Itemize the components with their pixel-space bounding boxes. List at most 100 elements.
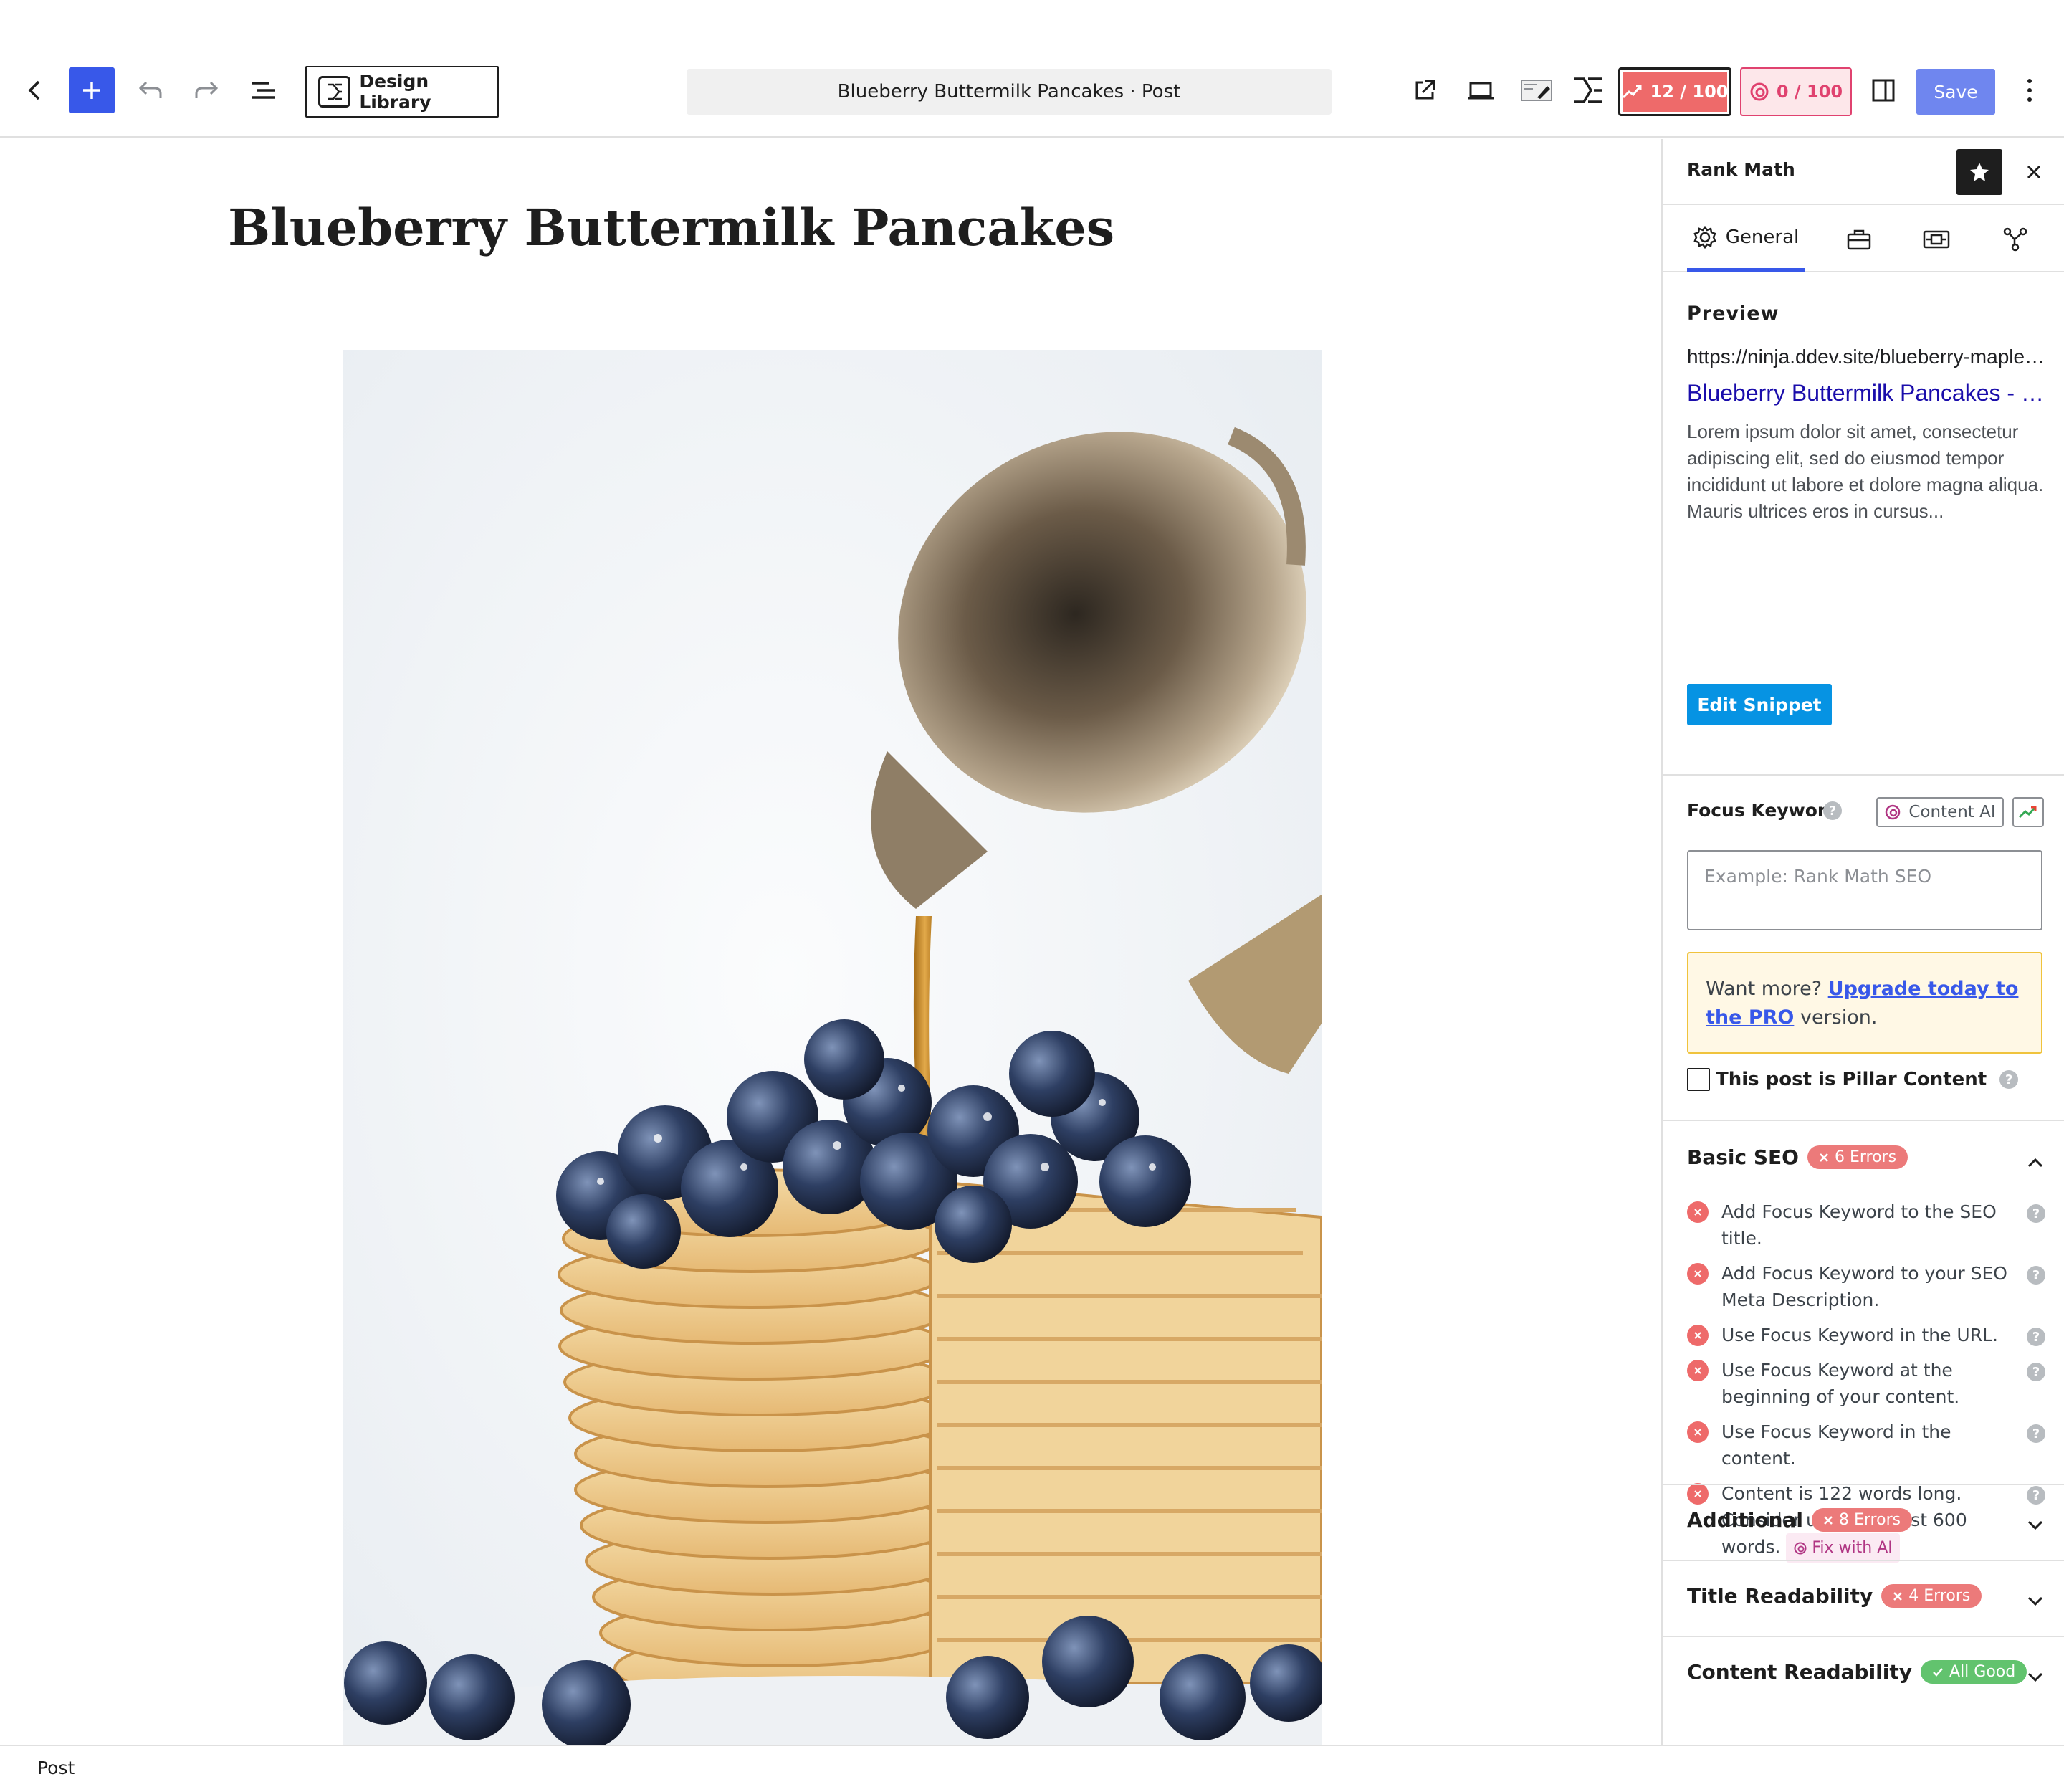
content-ai-button[interactable]: Content AI: [1876, 797, 2004, 827]
status-badge: All Good: [1921, 1660, 2027, 1684]
desktop-icon: [1468, 82, 1494, 100]
focus-keyword-label: Focus Keyword: [1687, 800, 1840, 821]
pillar-content-label[interactable]: This post is Pillar Content: [1716, 1069, 1987, 1090]
rank-math-tabs: General: [1663, 206, 2064, 272]
check-text: Use Focus Keyword at the beginning of yo…: [1721, 1360, 1960, 1407]
pin-sidebar-button[interactable]: [1956, 149, 2002, 195]
chevron-up-icon: [2027, 1158, 2043, 1168]
check-text: Add Focus Keyword to the SEO title.: [1721, 1201, 1997, 1249]
pillar-content-row: This post is Pillar Content ?: [1687, 1068, 2019, 1091]
help-icon[interactable]: ?: [2027, 1328, 2045, 1346]
redo-button[interactable]: [183, 67, 229, 113]
error-icon: [1687, 1360, 1709, 1381]
add-block-button[interactable]: [69, 67, 115, 113]
design-library-label: Design Library: [359, 71, 431, 113]
editor-footer: Post: [0, 1745, 2064, 1792]
focus-keyword-input[interactable]: Example: Rank Math SEO: [1687, 850, 2042, 930]
help-icon[interactable]: ?: [2027, 1266, 2045, 1285]
serp-title[interactable]: Blueberry Buttermilk Pancakes - Ninja: [1687, 380, 2048, 406]
check-text: Use Focus Keyword in the content.: [1721, 1421, 1951, 1469]
chevron-down-icon: [2027, 1672, 2043, 1682]
trends-icon: [2018, 806, 2037, 819]
basic-seo-header[interactable]: Basic SEO 6 Errors: [1687, 1145, 1908, 1169]
keyword-trends-button[interactable]: [2012, 797, 2044, 827]
upgrade-suffix: version.: [1800, 1006, 1878, 1029]
rank-math-seo-score-button[interactable]: 12 / 100: [1618, 67, 1731, 116]
basic-seo-badge: 6 Errors: [1834, 1148, 1897, 1166]
tab-advanced[interactable]: [1830, 206, 1888, 272]
share-icon: [2003, 227, 2027, 252]
basic-seo-title: Basic SEO: [1687, 1145, 1799, 1169]
check-text: Use Focus Keyword in the URL.: [1721, 1325, 1998, 1345]
list-item: Add Focus Keyword to the SEO title. ?: [1687, 1198, 2045, 1252]
tab-general[interactable]: General: [1687, 206, 1805, 272]
close-icon: [1824, 1515, 1833, 1525]
close-icon: [2027, 165, 2041, 179]
help-icon[interactable]: ?: [2000, 1070, 2019, 1089]
list-item: Add Focus Keyword to your SEO Meta Descr…: [1687, 1260, 2045, 1313]
rank-math-icon: [1622, 85, 1641, 99]
title-readability-header[interactable]: Title Readability 4 Errors: [1687, 1584, 1982, 1608]
view-post-button[interactable]: [1402, 67, 1448, 113]
more-vertical-icon: [2027, 79, 2032, 102]
list-view-icon: [252, 82, 275, 99]
snippet-preview-section: Preview https://ninja.ddev.site/blueberr…: [1663, 274, 2064, 776]
check-text: Add Focus Keyword to your SEO Meta Descr…: [1721, 1263, 2007, 1310]
sidebar-icon: [1872, 79, 1895, 102]
status-badge: 4 Errors: [1881, 1584, 1982, 1608]
content-ai-icon: [1750, 82, 1769, 101]
edit-snippet-button[interactable]: Edit Snippet: [1687, 684, 1832, 725]
undo-icon: [138, 81, 162, 98]
close-sidebar-button[interactable]: [2017, 155, 2051, 189]
help-icon[interactable]: ?: [2027, 1363, 2045, 1381]
featured-image-button[interactable]: [1514, 67, 1559, 113]
breadcrumb[interactable]: Post: [37, 1758, 75, 1778]
help-icon[interactable]: ?: [2027, 1204, 2045, 1223]
featured-image-block[interactable]: [343, 350, 1322, 1745]
content-readability-header[interactable]: Content Readability All Good: [1687, 1660, 2027, 1684]
title-readability-panel[interactable]: Title Readability 4 Errors: [1663, 1560, 2064, 1636]
check-icon: [1933, 1667, 1943, 1677]
design-library-button[interactable]: Design Library: [305, 66, 499, 118]
expand-toggle[interactable]: [2021, 1511, 2050, 1540]
additional-panel[interactable]: Additional 8 Errors: [1663, 1484, 2064, 1560]
preview-heading: Preview: [1687, 302, 1779, 325]
device-preview-button[interactable]: [1458, 67, 1504, 113]
pillar-content-checkbox[interactable]: [1687, 1068, 1710, 1091]
additional-header[interactable]: Additional 8 Errors: [1687, 1508, 1913, 1532]
save-button[interactable]: Save: [1916, 69, 1995, 115]
tab-schema[interactable]: [1908, 206, 1965, 272]
list-item: Use Focus Keyword in the content. ?: [1687, 1419, 2045, 1472]
post-title[interactable]: Blueberry Buttermilk Pancakes: [228, 198, 1114, 257]
options-button[interactable]: [2010, 67, 2050, 113]
kadence-settings-button[interactable]: [1567, 67, 1610, 113]
close-icon: [1820, 1153, 1828, 1162]
help-icon[interactable]: ?: [2027, 1424, 2045, 1443]
pancake-stack-image: [343, 350, 1322, 1745]
collapse-toggle[interactable]: [2021, 1148, 2050, 1177]
serp-description: Lorem ipsum dolor sit amet, consectetur …: [1687, 421, 2044, 522]
list-item: Use Focus Keyword in the URL. ?: [1687, 1322, 2045, 1348]
additional-title: Additional: [1687, 1508, 1803, 1532]
expand-toggle[interactable]: [2021, 1587, 2050, 1616]
back-button[interactable]: [14, 67, 54, 113]
document-overview-button[interactable]: [241, 67, 287, 113]
content-readability-title: Content Readability: [1687, 1660, 1913, 1684]
serp-url: https://ninja.ddev.site/blueberry-maple-…: [1687, 345, 2045, 368]
content-readability-panel[interactable]: Content Readability All Good: [1663, 1636, 2064, 1712]
editor-canvas[interactable]: Blueberry Buttermilk Pancakes: [0, 139, 1661, 1745]
tab-social[interactable]: [1987, 206, 2044, 272]
help-icon[interactable]: ?: [1823, 801, 1842, 820]
undo-button[interactable]: [128, 67, 173, 113]
content-ai-score: 0 / 100: [1776, 82, 1843, 102]
document-title-bar[interactable]: Blueberry Buttermilk Pancakes · Post: [687, 69, 1332, 115]
expand-toggle[interactable]: [2021, 1663, 2050, 1692]
title-readability-badge: 4 Errors: [1908, 1587, 1971, 1605]
content-ai-score-button[interactable]: 0 / 100: [1740, 67, 1852, 116]
star-icon: [1970, 163, 1989, 181]
settings-sidebar-toggle[interactable]: [1860, 67, 1906, 113]
content-ai-icon: [1886, 804, 1901, 820]
kadence-icon: [318, 76, 351, 108]
sidebar-title: Rank Math: [1687, 159, 1795, 180]
status-badge: 6 Errors: [1807, 1145, 1908, 1169]
